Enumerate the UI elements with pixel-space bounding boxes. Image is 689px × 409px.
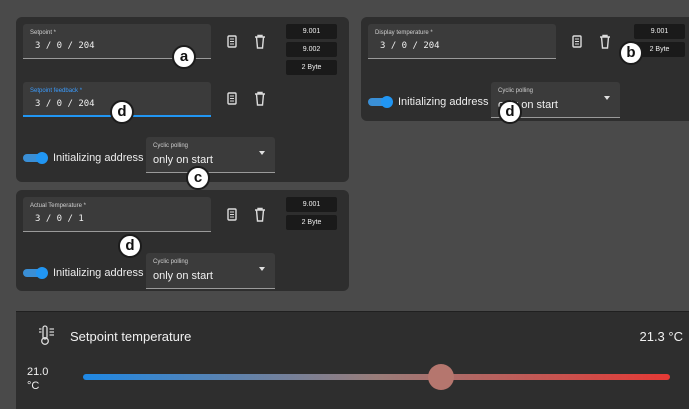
dpt-tag: 9.002 (286, 42, 337, 57)
actual-temperature-value[interactable]: 3 / 0 / 1 (35, 214, 84, 224)
cyclic-polling-select[interactable]: Cyclic polling only on start (146, 137, 275, 173)
cyclic-polling-select[interactable]: Cyclic polling only on start (146, 253, 275, 289)
copy-icon[interactable] (225, 91, 239, 107)
chevron-down-icon (604, 96, 610, 100)
dpt-tag: 9.001 (634, 24, 685, 39)
setpoint-value[interactable]: 3 / 0 / 204 (35, 41, 95, 51)
cyclic-polling-label: Cyclic polling (498, 88, 534, 94)
trash-icon[interactable] (253, 34, 267, 50)
init-address-label: Initializing address (53, 152, 144, 164)
init-address-toggle[interactable] (23, 267, 49, 279)
init-address-label: Initializing address (53, 267, 144, 279)
temperature-slider-thumb[interactable] (428, 364, 455, 390)
display-temperature-field[interactable]: Display temperature * 3 / 0 / 204 (368, 24, 556, 59)
actual-temperature-label: Actual Temperature * (30, 203, 86, 209)
copy-icon[interactable] (225, 34, 239, 50)
cyclic-polling-label: Cyclic polling (153, 259, 189, 265)
slider-value: 21.0 °C (27, 365, 48, 393)
annotation-marker-a: a (172, 45, 196, 69)
actual-temperature-card: Actual Temperature * 3 / 0 / 1 9.001 2 B… (16, 190, 349, 291)
actual-temperature-field[interactable]: Actual Temperature * 3 / 0 / 1 (23, 197, 211, 232)
thermometer-icon (39, 325, 54, 345)
cyclic-polling-value: only on start (153, 270, 213, 282)
slider-value-number: 21.0 (27, 366, 49, 378)
chevron-down-icon (259, 151, 265, 155)
size-tag: 2 Byte (286, 215, 337, 230)
copy-icon[interactable] (225, 207, 239, 223)
temperature-slider-track[interactable] (83, 374, 670, 380)
init-address-toggle[interactable] (368, 96, 394, 108)
setpoint-card: Setpoint * 3 / 0 / 204 9.001 9.002 2 Byt… (16, 17, 349, 182)
setpoint-label: Setpoint * (30, 30, 57, 36)
slider-value-unit: °C (27, 380, 40, 392)
panel-title: Setpoint temperature (70, 329, 192, 344)
setpoint-feedback-value[interactable]: 3 / 0 / 204 (35, 99, 95, 109)
toggle-knob (381, 96, 393, 108)
display-temperature-label: Display temperature * (375, 30, 433, 36)
current-temperature: 21.3 °C (639, 329, 683, 344)
dpt-tag: 9.001 (286, 197, 337, 212)
setpoint-temperature-panel: Setpoint temperature 21.3 °C 21.0 °C (16, 311, 689, 409)
annotation-marker-d: d (110, 100, 134, 124)
size-tag: 2 Byte (286, 60, 337, 75)
dpt-tag: 9.001 (286, 24, 337, 39)
trash-icon[interactable] (598, 34, 612, 50)
annotation-marker-c: c (186, 166, 210, 190)
toggle-knob (36, 267, 48, 279)
cyclic-polling-value: only on start (153, 154, 213, 166)
chevron-down-icon (259, 267, 265, 271)
annotation-marker-d: d (118, 234, 142, 258)
display-temperature-card: Display temperature * 3 / 0 / 204 9.001 … (361, 17, 689, 121)
trash-icon[interactable] (253, 91, 267, 107)
annotation-marker-d: d (498, 100, 522, 124)
trash-icon[interactable] (253, 207, 267, 223)
toggle-knob (36, 152, 48, 164)
annotation-marker-b: b (619, 41, 643, 65)
setpoint-feedback-label: Setpoint feedback * (30, 88, 83, 94)
display-temperature-value[interactable]: 3 / 0 / 204 (380, 41, 440, 51)
init-address-toggle[interactable] (23, 152, 49, 164)
cyclic-polling-label: Cyclic polling (153, 143, 189, 149)
init-address-label: Initializing address (398, 96, 489, 108)
copy-icon[interactable] (570, 34, 584, 50)
